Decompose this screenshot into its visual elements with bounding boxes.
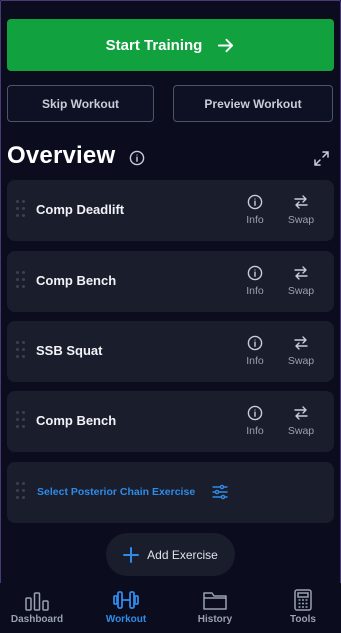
exercise-name: Comp Bench [36, 413, 117, 428]
exercise-card[interactable]: Comp Bench Info Swap [7, 251, 334, 312]
sliders-icon[interactable] [212, 484, 228, 500]
nav-item-workout[interactable]: Workout [91, 589, 161, 625]
info-label: Info [246, 285, 264, 297]
exercise-info-button[interactable]: Info [235, 265, 275, 301]
nav-item-history[interactable]: History [180, 589, 250, 625]
swap-icon [294, 406, 308, 420]
swap-label: Swap [287, 355, 315, 367]
info-icon [247, 405, 263, 421]
info-label: Info [246, 425, 264, 437]
preview-workout-label: Preview Workout [204, 96, 302, 111]
exercise-swap-button[interactable]: Swap [281, 335, 321, 371]
info-label: Info [246, 214, 264, 226]
calculator-icon [294, 589, 312, 611]
select-exercise-label[interactable]: Select Posterior Chain Exercise [37, 486, 195, 498]
dumbbell-icon [113, 591, 139, 609]
drag-handle-icon[interactable] [16, 200, 28, 220]
overview-info-icon[interactable] [129, 150, 145, 166]
info-icon [247, 194, 263, 210]
exercise-name: Comp Bench [36, 273, 117, 288]
expand-icon[interactable] [313, 150, 330, 167]
preview-workout-button[interactable]: Preview Workout [173, 85, 333, 122]
drag-handle-icon[interactable] [16, 271, 28, 291]
skip-workout-label: Skip Workout [41, 96, 120, 111]
select-exercise-card[interactable]: Select Posterior Chain Exercise [7, 462, 334, 523]
nav-dashboard-label: Dashboard [10, 614, 64, 625]
bar-chart-icon [25, 592, 49, 611]
nav-item-dashboard[interactable]: Dashboard [2, 589, 72, 625]
skip-workout-button[interactable]: Skip Workout [7, 85, 154, 122]
swap-icon [294, 336, 308, 350]
start-training-label: Start Training [105, 36, 203, 54]
start-training-button[interactable]: Start Training [7, 19, 334, 71]
nav-item-tools[interactable]: Tools [268, 589, 338, 625]
swap-icon [294, 195, 308, 209]
info-icon [247, 335, 263, 351]
exercise-swap-button[interactable]: Swap [281, 265, 321, 301]
exercise-card[interactable]: Comp Bench Info Swap [7, 391, 334, 452]
bottom-nav: Dashboard Workout History Tools [0, 583, 341, 633]
folder-icon [203, 592, 227, 610]
nav-workout-label: Workout [105, 614, 147, 625]
exercise-card[interactable]: Comp Deadlift Info Swap [7, 180, 334, 241]
exercise-card[interactable]: SSB Squat Info Swap [7, 321, 334, 382]
exercise-name: Comp Deadlift [36, 202, 125, 217]
exercise-swap-button[interactable]: Swap [281, 405, 321, 441]
swap-icon [294, 266, 308, 280]
exercise-name: SSB Squat [36, 343, 103, 358]
drag-handle-icon[interactable] [16, 411, 28, 431]
drag-handle-icon[interactable] [16, 482, 28, 502]
overview-title: Overview [7, 142, 116, 169]
exercise-info-button[interactable]: Info [235, 335, 275, 371]
exercise-swap-button[interactable]: Swap [281, 194, 321, 230]
plus-icon [123, 546, 140, 563]
swap-label: Swap [287, 425, 315, 437]
nav-history-label: History [197, 614, 233, 625]
info-icon [247, 265, 263, 281]
drag-handle-icon[interactable] [16, 341, 28, 361]
arrow-right-icon [218, 38, 234, 52]
info-label: Info [246, 355, 264, 367]
swap-label: Swap [287, 285, 315, 297]
nav-tools-label: Tools [290, 614, 316, 625]
exercise-info-button[interactable]: Info [235, 405, 275, 441]
swap-label: Swap [287, 214, 315, 226]
exercise-info-button[interactable]: Info [235, 194, 275, 230]
add-exercise-label: Add Exercise [147, 547, 218, 562]
add-exercise-button[interactable]: Add Exercise [106, 533, 235, 576]
